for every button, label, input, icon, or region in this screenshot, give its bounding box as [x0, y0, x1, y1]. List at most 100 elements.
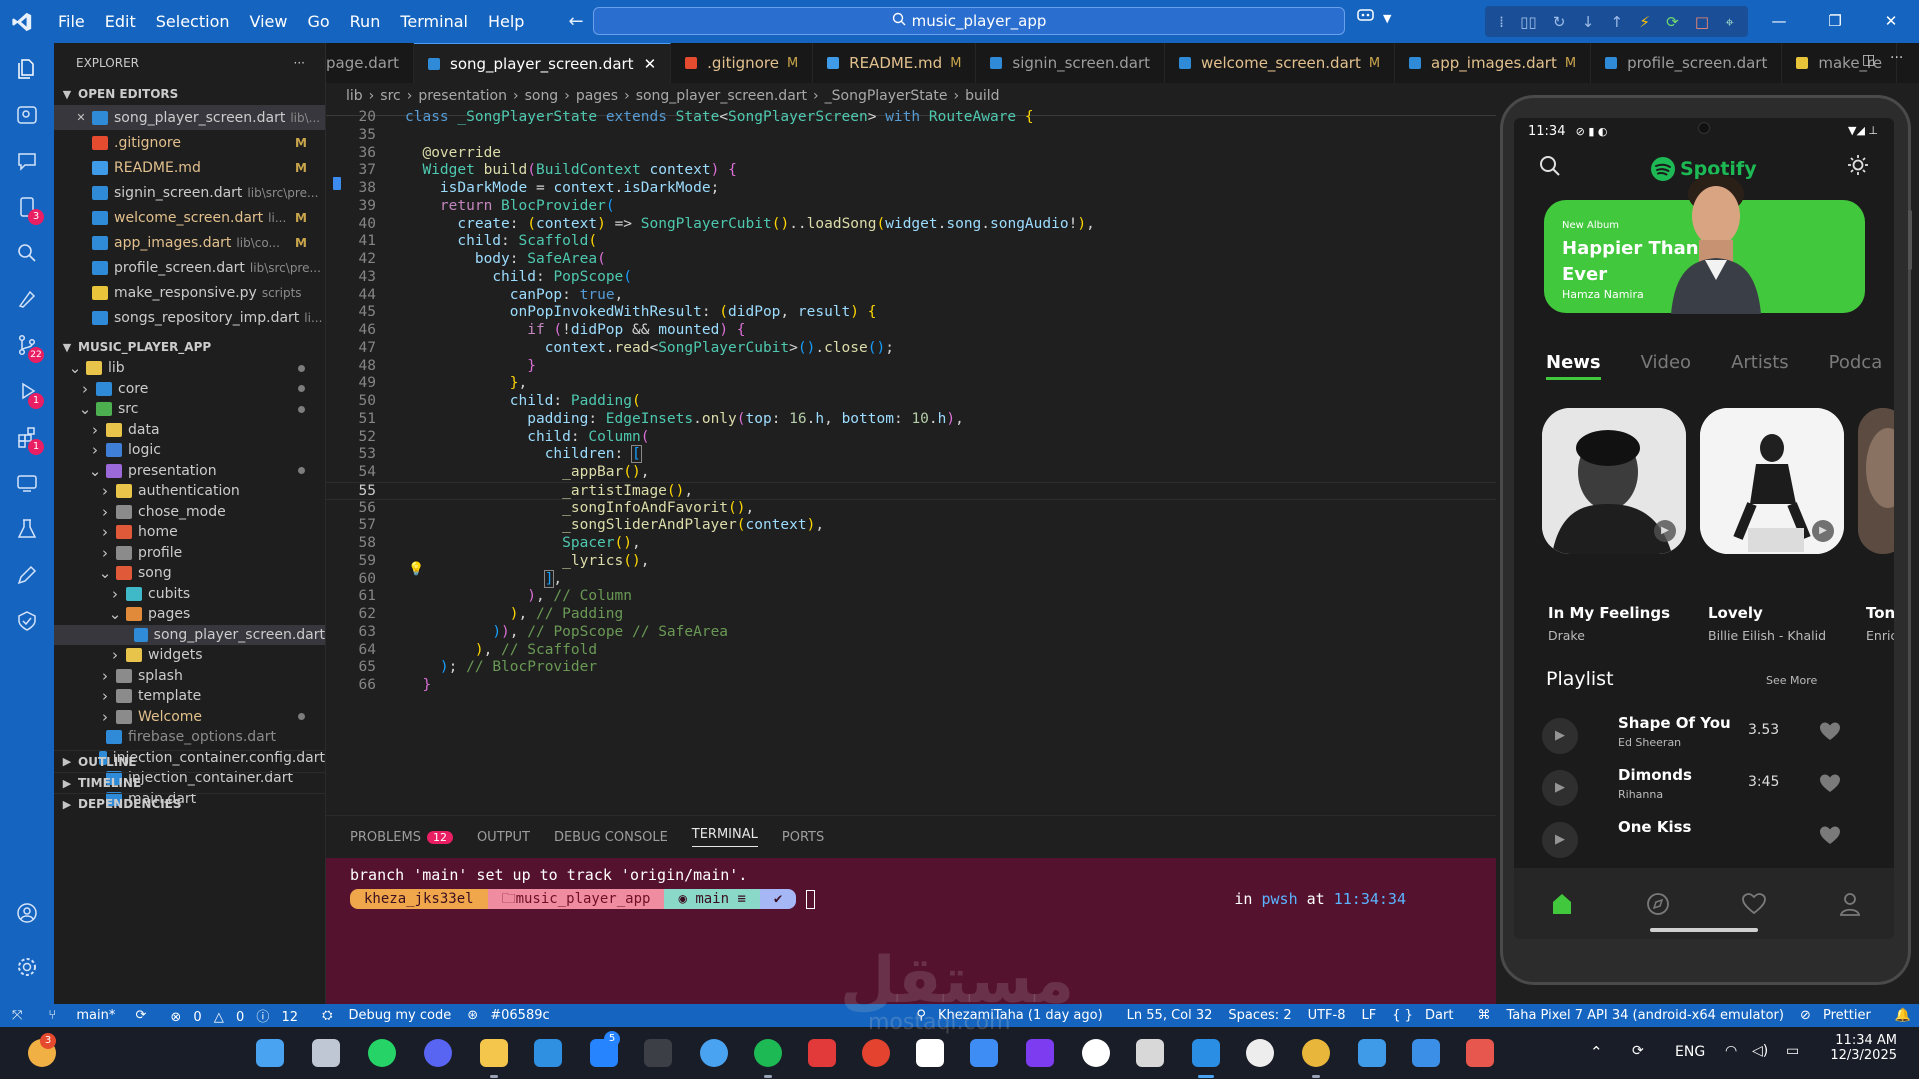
notifications-icon[interactable]: 🔔: [1887, 1008, 1919, 1023]
hot-restart-icon[interactable]: ⟳: [1666, 13, 1679, 31]
folder-item[interactable]: › authentication: [54, 481, 325, 502]
notes-icon[interactable]: 3: [0, 187, 54, 227]
more-actions-icon[interactable]: ···: [1890, 50, 1903, 66]
task-view-icon[interactable]: [312, 1039, 340, 1067]
tab-news[interactable]: News: [1546, 352, 1601, 380]
open-editor-item[interactable]: README.md M: [54, 155, 325, 180]
play-icon[interactable]: ▶: [1654, 520, 1676, 542]
back-arrow-icon[interactable]: ←: [568, 11, 583, 32]
settings-gear-icon[interactable]: [0, 947, 54, 987]
editor-tab[interactable]: welcome_screen.dart M: [1165, 43, 1396, 83]
folder-item[interactable]: › data: [54, 420, 325, 441]
cursor-position[interactable]: Ln 55, Col 32: [1119, 1008, 1221, 1023]
tab-podcasts[interactable]: Podca: [1829, 352, 1883, 380]
chrome-icon[interactable]: [1302, 1039, 1330, 1067]
menu-help[interactable]: Help: [478, 0, 534, 43]
debug-launch[interactable]: Debug my code: [340, 1008, 459, 1023]
breadcrumb-item[interactable]: build: [965, 88, 999, 104]
folder-item[interactable]: › logic: [54, 440, 325, 461]
project-header[interactable]: ▼ MUSIC_PLAYER_APP: [54, 336, 325, 358]
timeline-section[interactable]: ▶ TIMELINE: [54, 772, 325, 793]
close-icon[interactable]: ✕: [74, 111, 88, 124]
editor-tab[interactable]: app_images.dart M: [1395, 43, 1592, 83]
album-card[interactable]: ▶: [1542, 408, 1686, 554]
playlist-row[interactable]: ▶ Shape Of You Ed Sheeran 3.53: [1542, 712, 1862, 756]
folder-item[interactable]: › Welcome: [54, 707, 325, 728]
maximize-icon[interactable]: ❐: [1807, 0, 1863, 43]
outline-section[interactable]: ▶ OUTLINE: [54, 751, 325, 772]
lightbulb-icon[interactable]: 💡: [408, 562, 424, 577]
code-line[interactable]: 57 _songSliderAndPlayer(context),: [326, 517, 1496, 535]
menu-view[interactable]: View: [240, 0, 298, 43]
editor-tab[interactable]: song_player_screen.dart ✕: [414, 43, 672, 83]
tab-ports[interactable]: PORTS: [782, 830, 824, 845]
canva-icon[interactable]: [1026, 1039, 1054, 1067]
code-line[interactable]: 49 },: [326, 375, 1496, 393]
breadcrumb-item[interactable]: song: [525, 88, 559, 104]
breadcrumb-item[interactable]: lib: [346, 88, 363, 104]
code-line[interactable]: 20 class _SongPlayerState extends State<S…: [326, 109, 1496, 127]
app-tomato-icon[interactable]: [862, 1039, 890, 1067]
open-editor-item[interactable]: signin_screen.dart lib\src\pre...: [54, 180, 325, 205]
search-icon[interactable]: [0, 233, 54, 273]
code-line[interactable]: 47 context.read<SongPlayerCubit>().close…: [326, 340, 1496, 358]
clock[interactable]: 11:34 AM 12/3/2025: [1827, 1033, 1897, 1063]
code-line[interactable]: 51 padding: EdgeInsets.only(top: 16.h, b…: [326, 411, 1496, 429]
hot-reload-icon[interactable]: ⚡: [1639, 13, 1650, 31]
indentation[interactable]: Spaces: 2: [1220, 1008, 1299, 1023]
explorer-icon[interactable]: [0, 49, 54, 89]
tab-problems[interactable]: PROBLEMS 12: [350, 830, 453, 845]
run-debug-icon[interactable]: 1: [0, 371, 54, 411]
code-line[interactable]: 37 Widget build(BuildContext context) {: [326, 162, 1496, 180]
code-line[interactable]: 41 child: Scaffold(: [326, 233, 1496, 251]
commit-indicator[interactable]: ⊛ #06589c: [459, 1008, 565, 1023]
folder-item[interactable]: › profile: [54, 543, 325, 564]
restart-icon[interactable]: ↻: [1553, 13, 1566, 31]
account-icon[interactable]: [0, 893, 54, 933]
google-icon[interactable]: [1082, 1039, 1110, 1067]
folder-item[interactable]: › core: [54, 379, 325, 400]
tab-artists[interactable]: Artists: [1731, 352, 1789, 380]
step-out-icon[interactable]: ↑: [1611, 13, 1624, 31]
folder-item[interactable]: ⌄ pages: [54, 604, 325, 625]
heart-icon[interactable]: [1818, 772, 1842, 798]
problems-indicator[interactable]: ⊗ 0 △ 0 ⓘ 12: [162, 1006, 314, 1025]
open-editor-item[interactable]: ✕ song_player_screen.dart lib\...: [54, 105, 325, 130]
folder-item[interactable]: › home: [54, 522, 325, 543]
folder-item[interactable]: ⌄ src: [54, 399, 325, 420]
code-line[interactable]: 43 child: PopScope(: [326, 269, 1496, 287]
language-indicator[interactable]: ENG: [1675, 1044, 1705, 1060]
command-center-search[interactable]: music_player_app: [593, 7, 1345, 35]
code-line[interactable]: 39 return BlocProvider(: [326, 198, 1496, 216]
code-line[interactable]: 55 _artistImage(),: [326, 481, 1496, 500]
album-card[interactable]: [1858, 408, 1894, 554]
menu-run[interactable]: Run: [340, 0, 391, 43]
folder-item[interactable]: › widgets: [54, 645, 325, 666]
see-more-link[interactable]: See More: [1766, 674, 1817, 687]
app-store-icon[interactable]: [970, 1039, 998, 1067]
home-nav-icon[interactable]: [1548, 890, 1576, 922]
menu-go[interactable]: Go: [297, 0, 339, 43]
code-line[interactable]: 44 canPop: true,: [326, 287, 1496, 305]
tab-terminal[interactable]: TERMINAL: [691, 827, 758, 847]
home-gesture-bar[interactable]: [1650, 928, 1758, 932]
media-player-icon[interactable]: [1246, 1039, 1274, 1067]
code-line[interactable]: 38 isDarkMode = context.isDarkMode;: [326, 180, 1496, 198]
file-item[interactable]: firebase_options.dart: [54, 727, 325, 748]
code-line[interactable]: 56 _songInfoAndFavorit(),: [326, 500, 1496, 518]
remote-icon[interactable]: ⤧: [0, 1008, 32, 1023]
explore-nav-icon[interactable]: [1644, 890, 1672, 922]
snipping-tool-icon[interactable]: [1466, 1039, 1494, 1067]
code-line[interactable]: 52 child: Column(: [326, 429, 1496, 447]
menu-terminal[interactable]: Terminal: [390, 0, 478, 43]
chat-icon[interactable]: [0, 141, 54, 181]
step-into-icon[interactable]: ↓: [1582, 13, 1595, 31]
code-line[interactable]: 64 ), // Scaffold: [326, 642, 1496, 660]
notion-icon[interactable]: [916, 1039, 944, 1067]
photos-icon[interactable]: [1412, 1039, 1440, 1067]
encoding[interactable]: UTF-8: [1300, 1008, 1354, 1023]
stop-icon[interactable]: □: [1695, 13, 1709, 31]
breadcrumb-item[interactable]: _SongPlayerState: [825, 88, 948, 104]
terminal-icon[interactable]: [644, 1039, 672, 1067]
debug-icon[interactable]: ⛭: [314, 1008, 340, 1023]
